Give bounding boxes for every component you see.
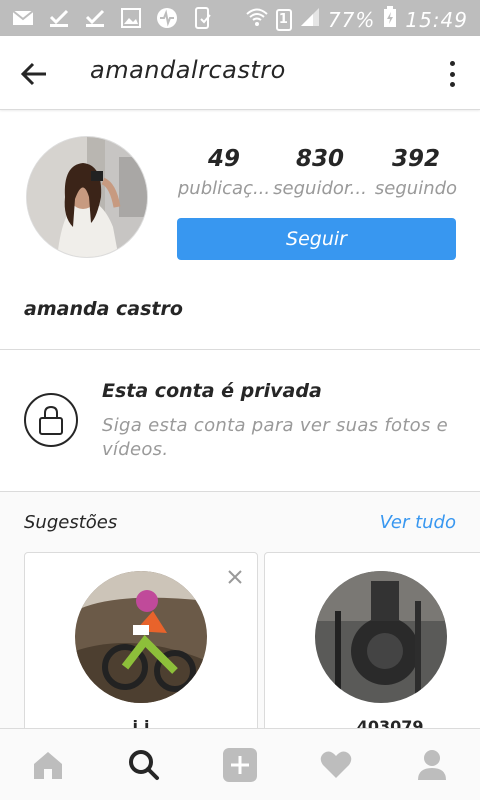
private-lock-badge bbox=[24, 393, 78, 447]
check-icon bbox=[48, 7, 70, 29]
profile-stats: 49 publicaç... 830 seguidor... 392 segui… bbox=[176, 144, 466, 199]
more-options-button[interactable] bbox=[442, 58, 462, 90]
check-icon bbox=[84, 7, 106, 29]
stat-posts[interactable]: 49 publicaç... bbox=[176, 144, 272, 199]
status-bar: 1 77% 15:49 bbox=[0, 0, 480, 36]
dismiss-button[interactable] bbox=[225, 567, 245, 587]
music-icon bbox=[156, 7, 178, 29]
stat-label: seguindo bbox=[374, 178, 458, 199]
stat-label: publicaç... bbox=[177, 178, 271, 199]
home-icon bbox=[34, 751, 62, 779]
stat-label: seguidor... bbox=[273, 178, 367, 199]
search-icon bbox=[129, 749, 159, 780]
battery-charging-icon bbox=[383, 6, 397, 33]
stat-followers[interactable]: 830 seguidor... bbox=[272, 144, 368, 199]
follow-button[interactable]: Seguir bbox=[177, 218, 456, 260]
private-account-title: Esta conta é privada bbox=[102, 380, 322, 402]
nav-profile[interactable] bbox=[402, 735, 462, 795]
profile-avatar[interactable] bbox=[26, 136, 148, 258]
image-icon bbox=[120, 7, 142, 29]
back-button[interactable] bbox=[18, 58, 50, 90]
private-account-subtitle: Siga esta conta para ver suas fotos e ví… bbox=[102, 415, 449, 460]
see-all-link[interactable]: Ver tudo bbox=[380, 512, 456, 533]
bottom-navigation bbox=[0, 728, 480, 800]
profile-icon bbox=[418, 749, 446, 780]
full-name: amanda castro bbox=[24, 298, 183, 320]
nav-activity[interactable] bbox=[306, 735, 366, 795]
suggestion-avatar[interactable] bbox=[315, 571, 447, 703]
arrow-left-icon bbox=[20, 62, 46, 86]
suggestion-card[interactable]: ...403079 bbox=[264, 552, 480, 742]
page-title: amandalrcastro bbox=[90, 56, 286, 84]
stat-value: 830 bbox=[295, 146, 344, 172]
profile-header: amandalrcastro bbox=[0, 36, 480, 110]
stat-following[interactable]: 392 seguindo bbox=[368, 144, 464, 199]
system-status: 1 77% 15:49 bbox=[246, 6, 468, 33]
suggestion-card[interactable]: ...i.i... bbox=[24, 552, 258, 742]
stat-value: 392 bbox=[391, 146, 440, 172]
add-icon bbox=[223, 747, 257, 782]
divider bbox=[0, 349, 480, 350]
avatar-photo bbox=[315, 571, 447, 703]
avatar-photo bbox=[27, 137, 147, 257]
battery-percent: 77% bbox=[327, 7, 376, 32]
nav-add[interactable] bbox=[210, 735, 270, 795]
stat-value: 49 bbox=[207, 146, 240, 172]
nav-home[interactable] bbox=[18, 735, 78, 795]
wifi-icon bbox=[246, 7, 268, 32]
mail-icon bbox=[12, 7, 34, 29]
lock-icon bbox=[39, 405, 63, 435]
heart-icon bbox=[320, 751, 352, 778]
sim-badge: 1 bbox=[275, 8, 292, 31]
suggestions-title: Sugestões bbox=[24, 512, 118, 533]
suggestion-avatar[interactable] bbox=[75, 571, 207, 703]
nav-search[interactable] bbox=[114, 735, 174, 795]
signal-icon bbox=[300, 7, 320, 32]
more-vertical-icon bbox=[449, 61, 455, 66]
vibrate-icon bbox=[192, 7, 214, 29]
avatar-photo bbox=[75, 571, 207, 703]
notification-icons bbox=[12, 7, 214, 29]
clock: 15:49 bbox=[405, 7, 468, 32]
close-icon bbox=[228, 570, 242, 584]
